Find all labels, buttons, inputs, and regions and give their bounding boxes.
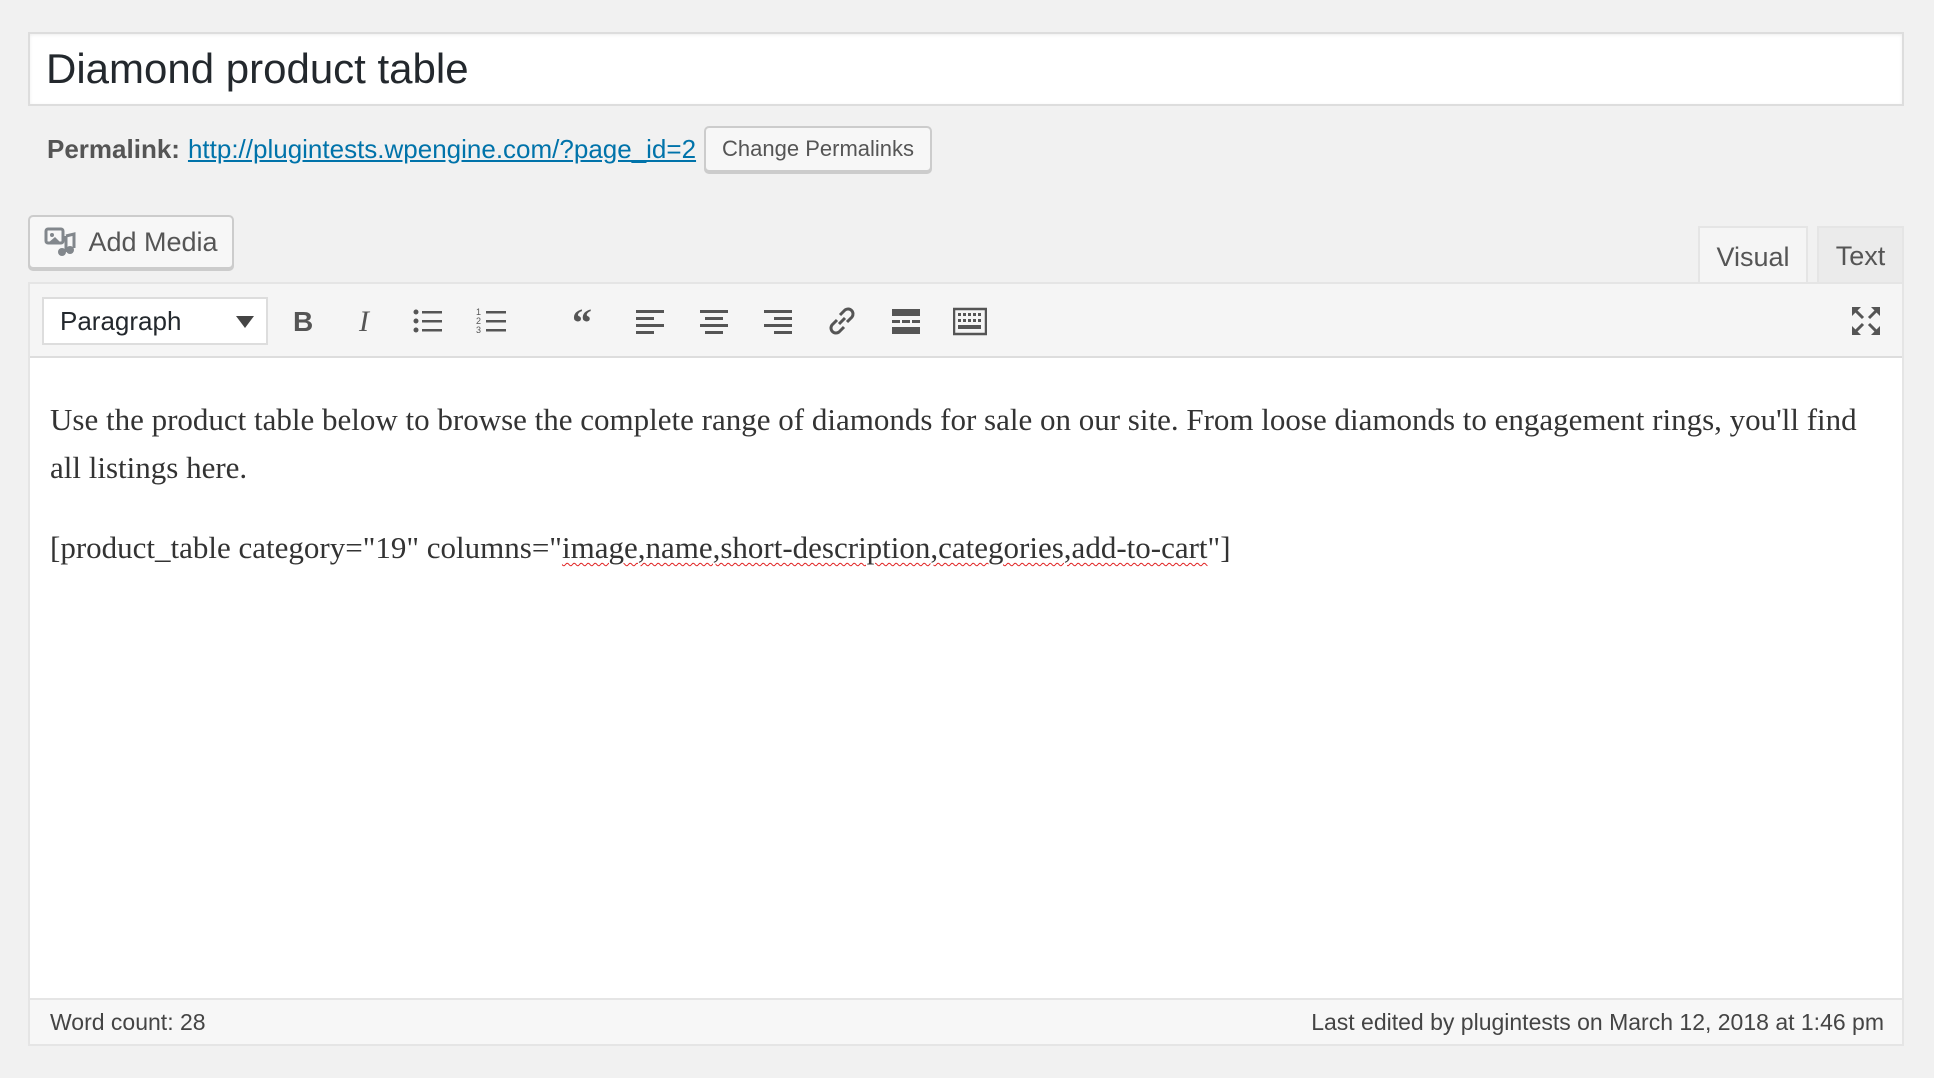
- last-edited-info: Last edited by plugintests on March 12, …: [1311, 1008, 1884, 1035]
- svg-text:“: “: [572, 304, 592, 338]
- read-more-icon: [892, 309, 920, 334]
- align-left-icon: [636, 310, 664, 334]
- post-title-field[interactable]: [28, 32, 1904, 106]
- fullscreen-button[interactable]: [1842, 297, 1890, 345]
- blockquote-icon: “: [572, 304, 592, 338]
- add-media-button[interactable]: Add Media: [28, 215, 234, 269]
- italic-button[interactable]: I: [342, 297, 390, 345]
- tab-visual[interactable]: Visual: [1698, 226, 1808, 286]
- toolbar-toggle-button[interactable]: [946, 297, 994, 345]
- format-dropdown-value: Paragraph: [60, 305, 182, 336]
- bold-button[interactable]: B: [278, 297, 326, 345]
- svg-text:3: 3: [476, 325, 481, 335]
- post-editor-screen: Permalink: http://plugintests.wpengine.c…: [0, 0, 1934, 1078]
- chevron-down-icon: [236, 316, 254, 328]
- numbered-list-button[interactable]: 1 2 3: [468, 297, 516, 345]
- post-title-input[interactable]: [30, 34, 1902, 104]
- shortcode-suffix: "]: [1207, 530, 1231, 565]
- format-dropdown[interactable]: Paragraph: [42, 297, 268, 345]
- blockquote-button[interactable]: “: [562, 297, 610, 345]
- align-center-button[interactable]: [690, 297, 738, 345]
- change-permalinks-button[interactable]: Change Permalinks: [704, 126, 933, 172]
- insert-link-button[interactable]: [818, 297, 866, 345]
- media-add-icon: [44, 227, 76, 256]
- svg-text:I: I: [358, 305, 371, 338]
- permalink-link[interactable]: http://plugintests.wpengine.com/?page_id…: [188, 134, 696, 165]
- tab-text[interactable]: Text: [1817, 226, 1904, 284]
- align-right-button[interactable]: [754, 297, 802, 345]
- italic-icon: I: [358, 305, 371, 338]
- editor-content-area[interactable]: Use the product table below to browse th…: [50, 358, 1882, 978]
- editor-status-bar: Word count: 28 Last edited by plugintest…: [30, 998, 1902, 1044]
- permalink-label: Permalink:: [47, 133, 180, 164]
- link-icon: [829, 307, 855, 335]
- toolbar-toggle-icon: [953, 307, 987, 336]
- shortcode-prefix: [product_table category="19" columns=": [50, 530, 562, 565]
- spellcheck-flagged-text[interactable]: image,name,short-description,categories,…: [562, 530, 1208, 565]
- word-count: Word count: 28: [50, 1008, 206, 1035]
- content-paragraph: Use the product table below to browse th…: [50, 402, 1857, 485]
- editor-container: Paragraph B I 1 2 3 “ Use the product ta…: [28, 282, 1904, 1046]
- svg-text:B: B: [293, 306, 313, 337]
- permalink-row: Permalink: http://plugintests.wpengine.c…: [47, 124, 933, 174]
- add-media-label: Add Media: [88, 226, 218, 257]
- numbered-list-icon: 1 2 3: [476, 307, 506, 335]
- align-right-icon: [764, 310, 792, 334]
- fullscreen-icon: [1852, 307, 1880, 335]
- editor-toolbar: Paragraph B I 1 2 3 “: [30, 284, 1902, 358]
- align-left-button[interactable]: [626, 297, 674, 345]
- read-more-button[interactable]: [882, 297, 930, 345]
- shortcode-paragraph: [product_table category="19" columns="im…: [50, 524, 1882, 572]
- bullet-list-button[interactable]: [404, 297, 452, 345]
- align-center-icon: [700, 310, 728, 334]
- bold-icon: B: [293, 306, 313, 337]
- bullet-list-icon: [413, 309, 442, 333]
